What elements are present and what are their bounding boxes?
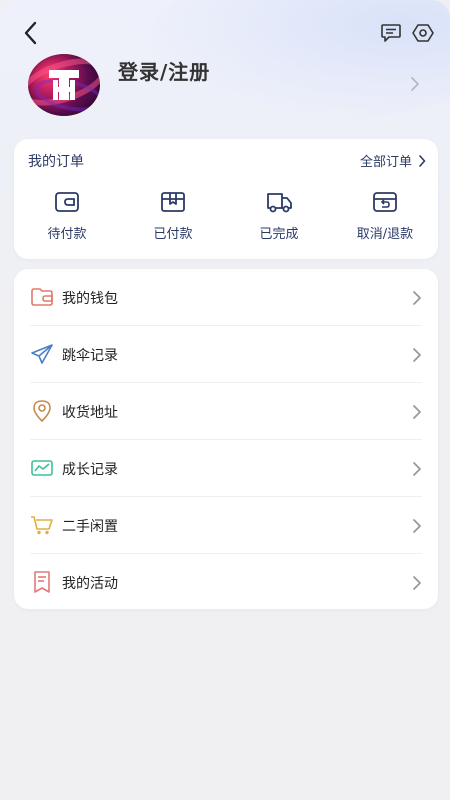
orders-title: 我的订单 bbox=[28, 154, 84, 170]
menu-item-my-activities[interactable]: 我的活动 bbox=[14, 554, 438, 611]
profile-header[interactable]: 登录/注册 bbox=[28, 54, 428, 116]
wallet-icon bbox=[53, 189, 81, 215]
location-pin-icon bbox=[30, 399, 54, 423]
chevron-right-icon bbox=[411, 77, 419, 91]
chevron-right-icon bbox=[413, 462, 421, 476]
menu-item-growth-records[interactable]: 成长记录 bbox=[14, 440, 438, 497]
menu-list: 我的钱包 跳伞记录 收货地址 成长记录 二手闲置 我的活动 bbox=[14, 269, 438, 611]
delivery-truck-icon bbox=[265, 189, 293, 215]
orders-card: 我的订单 全部订单 待付款 已付款 已完成 取消/退款 bbox=[14, 139, 438, 259]
menu-item-skydive-records[interactable]: 跳伞记录 bbox=[14, 326, 438, 383]
screen: 登录/注册 我的订单 全部订单 待付款 已付款 已完成 取消/退款 我的钱包 跳… bbox=[0, 0, 450, 800]
paper-plane-icon bbox=[30, 342, 54, 366]
top-bar bbox=[0, 18, 450, 48]
all-orders-link[interactable]: 全部订单 bbox=[360, 151, 426, 170]
order-status-row: 待付款 已付款 已完成 取消/退款 bbox=[14, 189, 438, 249]
login-register-label[interactable]: 登录/注册 bbox=[118, 56, 210, 85]
order-paid[interactable]: 已付款 bbox=[120, 189, 226, 249]
package-box-icon bbox=[159, 189, 187, 215]
bookmark-document-icon bbox=[30, 570, 54, 594]
order-completed[interactable]: 已完成 bbox=[226, 189, 332, 249]
shopping-cart-icon bbox=[30, 513, 54, 537]
avatar[interactable] bbox=[28, 54, 100, 116]
chart-wave-icon bbox=[30, 456, 54, 480]
order-item-label: 待付款 bbox=[47, 227, 87, 242]
menu-item-second-hand[interactable]: 二手闲置 bbox=[14, 497, 438, 554]
message-icon[interactable] bbox=[378, 20, 404, 46]
menu-item-label: 我的钱包 bbox=[62, 291, 118, 307]
brand-logo-icon bbox=[49, 70, 79, 100]
order-item-label: 已完成 bbox=[259, 227, 299, 242]
order-pending-payment[interactable]: 待付款 bbox=[14, 189, 120, 249]
menu-card: 我的钱包 跳伞记录 收货地址 成长记录 二手闲置 我的活动 bbox=[14, 269, 438, 609]
chevron-right-icon bbox=[419, 154, 426, 167]
order-cancel-refund[interactable]: 取消/退款 bbox=[332, 189, 438, 249]
refund-box-icon bbox=[371, 189, 399, 215]
chevron-right-icon bbox=[413, 348, 421, 362]
menu-item-label: 跳伞记录 bbox=[62, 348, 118, 364]
menu-item-shipping-address[interactable]: 收货地址 bbox=[14, 383, 438, 440]
menu-item-label: 成长记录 bbox=[62, 462, 118, 478]
menu-item-label: 二手闲置 bbox=[62, 519, 118, 535]
order-item-label: 已付款 bbox=[153, 227, 193, 242]
back-arrow-icon[interactable] bbox=[16, 18, 46, 48]
chevron-right-icon bbox=[413, 291, 421, 305]
all-orders-label: 全部订单 bbox=[359, 155, 412, 170]
chevron-right-icon bbox=[413, 405, 421, 419]
menu-item-wallet[interactable]: 我的钱包 bbox=[14, 269, 438, 326]
chevron-right-icon bbox=[413, 576, 421, 590]
menu-item-label: 我的活动 bbox=[62, 576, 118, 592]
chevron-right-icon bbox=[413, 519, 421, 533]
wallet-icon bbox=[30, 285, 54, 309]
order-item-label: 取消/退款 bbox=[356, 227, 414, 242]
settings-gear-icon[interactable] bbox=[410, 20, 436, 46]
menu-item-label: 收货地址 bbox=[62, 405, 118, 421]
